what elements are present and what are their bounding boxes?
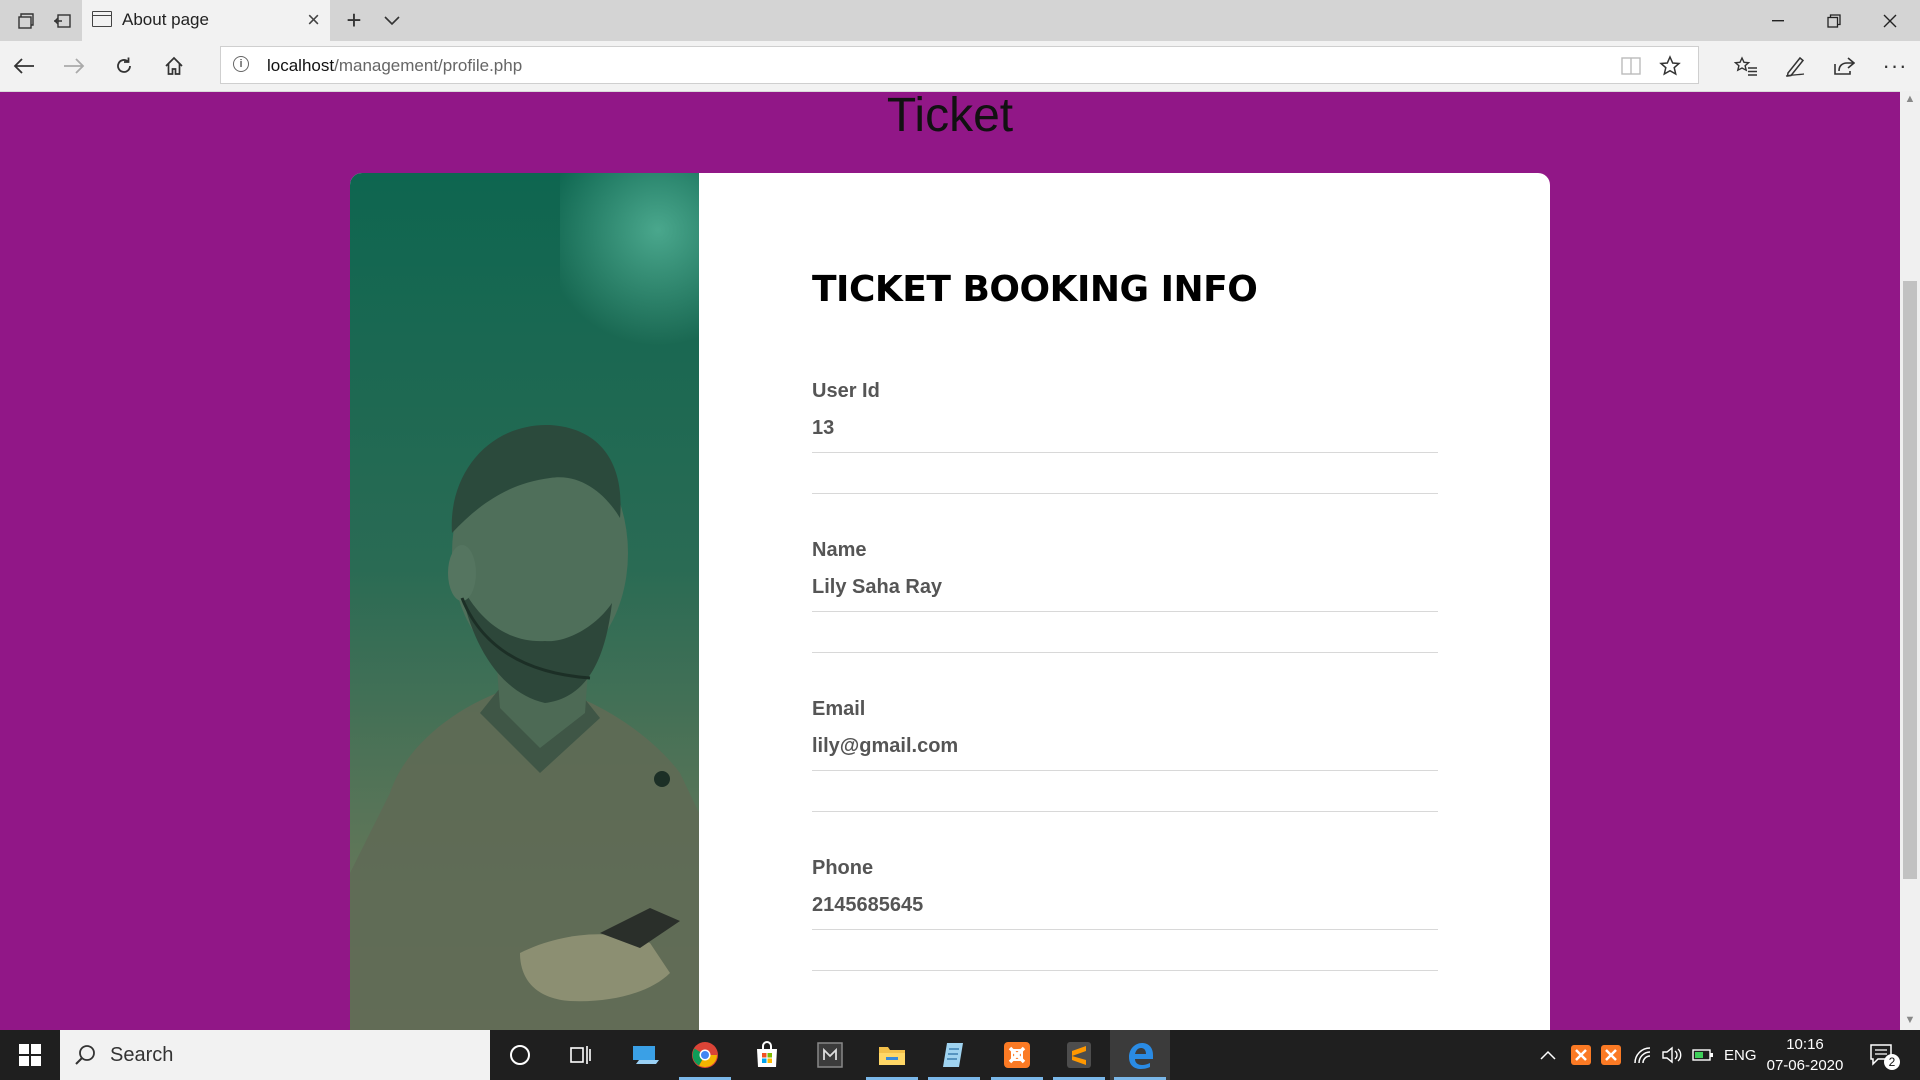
favorite-star-icon[interactable]: [1659, 55, 1681, 82]
field-value-email: lily@gmail.com: [812, 735, 1438, 771]
show-hidden-icons-icon[interactable]: [1540, 1030, 1556, 1080]
field-value-phone: 2145685645: [812, 894, 1438, 930]
restore-icon[interactable]: [1806, 0, 1862, 41]
scroll-down-icon[interactable]: ▼: [1900, 1014, 1920, 1030]
booking-info-section: TICKET BOOKING INFO User Id 13 Name Lily…: [812, 269, 1438, 971]
windows-taskbar: Search ENG 10:16 07-06-2020 2: [0, 1030, 1920, 1080]
close-tab-icon[interactable]: ×: [307, 0, 320, 40]
page-title: Ticket: [886, 89, 1014, 142]
url-host: localhost: [267, 56, 335, 75]
xampp-tray-icon-2[interactable]: [1601, 1030, 1621, 1080]
remote-desktop-icon[interactable]: [615, 1030, 675, 1080]
field-phone: Phone 2145685645: [812, 857, 1438, 971]
notepad-app-icon[interactable]: [924, 1030, 984, 1080]
taskbar-search-box[interactable]: Search: [60, 1030, 490, 1080]
person-illustration: [350, 424, 699, 1053]
edge-browser-icon[interactable]: [1110, 1030, 1170, 1080]
pen-notes-icon[interactable]: [1771, 41, 1819, 91]
wifi-icon[interactable]: [1633, 1030, 1653, 1080]
page-scrollbar[interactable]: ▲ ▼: [1900, 91, 1920, 1030]
windows-start-icon[interactable]: [0, 1030, 60, 1080]
field-divider: [812, 612, 1438, 653]
page-icon: [92, 11, 112, 27]
clock-date: 07-06-2020: [1766, 1057, 1844, 1074]
field-user-id: User Id 13: [812, 380, 1438, 494]
xampp-icon[interactable]: [987, 1030, 1047, 1080]
field-label-user-id: User Id: [812, 380, 880, 402]
set-tabs-aside-icon[interactable]: [44, 0, 80, 41]
microsoft-store-icon[interactable]: [737, 1030, 797, 1080]
booking-heading: TICKET BOOKING INFO: [812, 269, 1258, 310]
volume-icon[interactable]: [1661, 1030, 1683, 1080]
close-window-icon[interactable]: [1862, 0, 1918, 41]
scroll-thumb[interactable]: [1903, 281, 1917, 879]
url-path: /management/profile.php: [334, 56, 523, 75]
browser-tab-strip: About page × +: [0, 0, 1920, 41]
site-info-icon[interactable]: i: [233, 56, 249, 72]
notification-center-icon[interactable]: 2: [1870, 1030, 1900, 1080]
field-label-name: Name: [812, 539, 867, 561]
home-icon[interactable]: [150, 41, 198, 91]
search-placeholder: Search: [110, 1044, 174, 1066]
field-value-user-id: 13: [812, 417, 1438, 453]
field-value-name: Lily Saha Ray: [812, 576, 1438, 612]
address-bar[interactable]: i localhost/management/profile.php: [220, 46, 1699, 84]
field-divider: [812, 771, 1438, 812]
chrome-icon[interactable]: [675, 1030, 735, 1080]
reading-view-icon[interactable]: [1621, 57, 1641, 80]
tab-preview-chevron-icon[interactable]: [374, 0, 410, 41]
field-divider: [812, 930, 1438, 971]
url-text: localhost/management/profile.php: [267, 47, 522, 84]
tab-manager-icon[interactable]: [8, 0, 44, 41]
search-icon: [75, 1045, 95, 1065]
favorites-list-icon[interactable]: [1722, 41, 1770, 91]
field-divider: [812, 453, 1438, 494]
taskbar-clock[interactable]: 10:16 07-06-2020: [1750, 1034, 1860, 1076]
browser-toolbar: i localhost/management/profile.php ···: [0, 41, 1920, 92]
back-icon[interactable]: [0, 41, 48, 91]
forward-icon[interactable]: [50, 41, 98, 91]
tab-title: About page: [122, 10, 209, 29]
notification-count-badge: 2: [1884, 1054, 1900, 1070]
active-tab[interactable]: About page ×: [82, 0, 330, 41]
refresh-icon[interactable]: [100, 41, 148, 91]
more-menu-icon[interactable]: ···: [1871, 41, 1919, 91]
field-label-phone: Phone: [812, 857, 874, 879]
file-explorer-icon[interactable]: [862, 1030, 922, 1080]
minimize-icon[interactable]: [1750, 0, 1806, 41]
share-icon[interactable]: [1820, 41, 1868, 91]
new-tab-icon[interactable]: +: [338, 0, 370, 41]
cortana-icon[interactable]: [490, 1030, 550, 1080]
speaker-photo: [350, 173, 699, 1053]
xampp-tray-icon[interactable]: [1571, 1030, 1591, 1080]
ticket-card: TICKET BOOKING INFO User Id 13 Name Lily…: [350, 173, 1550, 1053]
field-label-email: Email: [812, 698, 866, 720]
field-name: Name Lily Saha Ray: [812, 539, 1438, 653]
sublime-text-icon[interactable]: [1049, 1030, 1109, 1080]
scroll-up-icon[interactable]: ▲: [1900, 93, 1920, 109]
clock-time: 10:16: [1786, 1036, 1824, 1053]
battery-icon[interactable]: [1692, 1030, 1714, 1080]
app-window-icon[interactable]: [800, 1030, 860, 1080]
field-email: Email lily@gmail.com: [812, 698, 1438, 812]
task-view-icon[interactable]: [550, 1030, 610, 1080]
